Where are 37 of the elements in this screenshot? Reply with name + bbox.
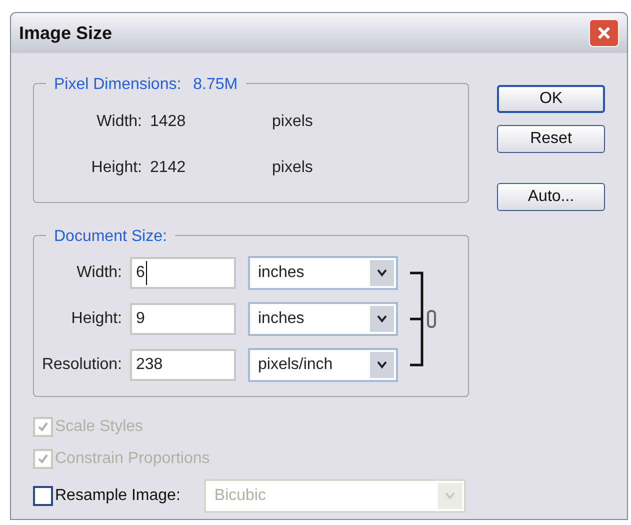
field-value: 2142 (150, 158, 187, 178)
input-field[interactable]: 9 (130, 303, 236, 335)
checkbox-label: Constrain Proportions (55, 449, 210, 469)
field-label: Height: (90, 158, 143, 178)
checkbox-label: Scale Styles (55, 417, 144, 437)
field-value: 238 (136, 355, 163, 375)
unit-label: pixels (271, 158, 314, 178)
checkmark-icon (37, 421, 49, 433)
input-field[interactable]: 6 (130, 257, 236, 289)
close-icon (596, 25, 612, 41)
group-title: Document Size: (54, 227, 167, 247)
field-label: Resolution: (40, 355, 123, 375)
window-title: Image Size (19, 22, 112, 45)
unit-dropdown[interactable]: inches (248, 256, 398, 290)
chevron-icon (377, 315, 387, 323)
checkbox-label: Resample Image: (55, 486, 180, 506)
dialog-button[interactable]: OK (497, 85, 605, 113)
field-label: Width: (96, 112, 143, 132)
input-field[interactable]: 238 (130, 349, 236, 381)
chevron-icon (377, 269, 387, 277)
chevron-icon (377, 361, 387, 369)
chevron-icon (445, 492, 456, 500)
dialog-button[interactable]: Reset (497, 125, 605, 153)
unit-dropdown[interactable]: inches (248, 302, 398, 336)
field-value: 1428 (150, 112, 187, 132)
unit-dropdown[interactable]: pixels/inch (248, 348, 398, 382)
field-label: Height: (70, 309, 123, 329)
close-button[interactable] (589, 19, 619, 47)
field-value: 6 (136, 261, 147, 285)
checkmark-icon (37, 453, 49, 465)
dialog-button[interactable]: Auto... (497, 183, 605, 211)
unit-label: pixels (271, 112, 314, 132)
group-title: Pixel Dimensions: (54, 75, 182, 95)
checkbox[interactable] (33, 486, 53, 506)
pixel-size: 8.75M (193, 75, 238, 95)
field-value: 9 (136, 309, 145, 329)
field-label: Width: (76, 263, 123, 283)
